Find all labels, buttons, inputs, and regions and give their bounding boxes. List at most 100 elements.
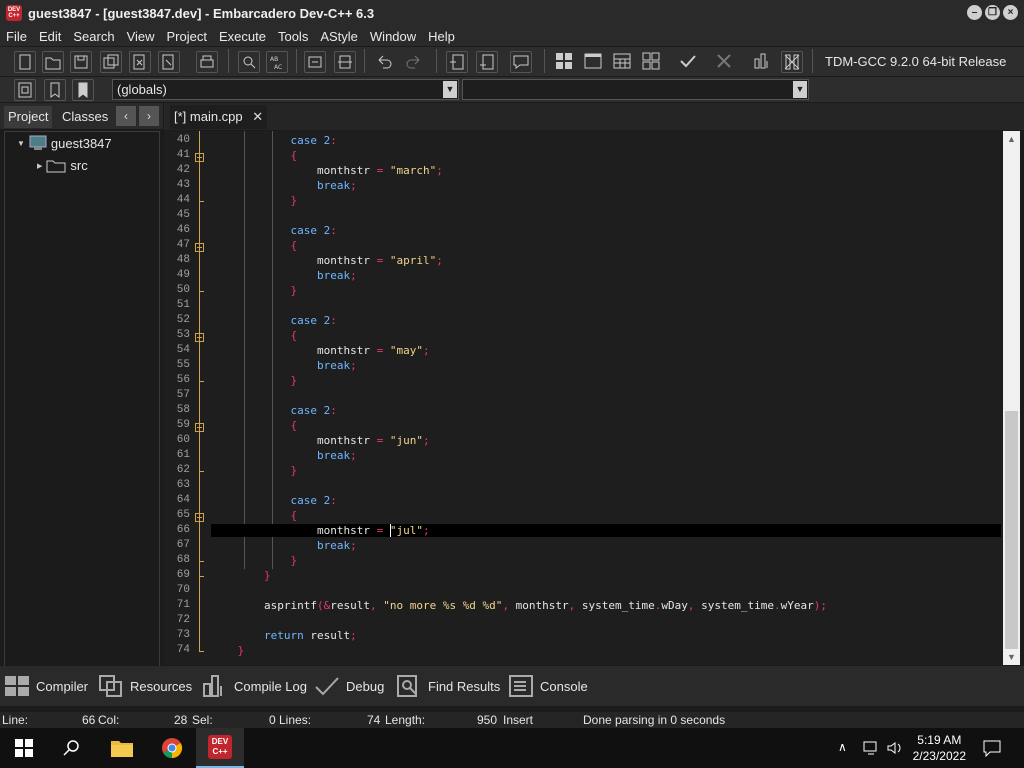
scroll-down-icon[interactable]: ▼ [1003, 649, 1020, 665]
code-line[interactable]: } [211, 374, 297, 387]
code-line[interactable]: { [211, 329, 297, 342]
code-line[interactable]: { [211, 509, 297, 522]
code-line[interactable]: monthstr = "may"; [211, 344, 430, 357]
menu-astyle[interactable]: AStyle [314, 29, 364, 44]
code-editor[interactable]: 40 41 42 43 44 45 46 47 48 49 50 51 52 53 54 55 56 57 58 59… [164, 131, 1002, 665]
redo-icon[interactable] [404, 51, 426, 73]
network-icon[interactable] [862, 740, 880, 756]
code-line[interactable]: } [211, 194, 297, 207]
members-combobox[interactable]: ▼ [462, 79, 809, 100]
minimize-button[interactable]: – [967, 5, 982, 20]
unindent-icon[interactable] [476, 51, 498, 73]
code-line[interactable]: { [211, 239, 297, 252]
code-line[interactable]: { [211, 149, 297, 162]
insert-icon[interactable] [14, 79, 36, 101]
search-button[interactable] [48, 728, 96, 768]
code-line[interactable]: break; [211, 539, 357, 552]
clear-icon[interactable] [781, 51, 803, 73]
menu-execute[interactable]: Execute [213, 29, 272, 44]
close-all-icon[interactable] [158, 51, 180, 73]
window-icon[interactable] [583, 51, 605, 73]
print-icon[interactable] [196, 51, 218, 73]
chevron-left-icon[interactable]: ‹ [116, 106, 136, 126]
code-line[interactable]: { [211, 419, 297, 432]
code-line[interactable]: case 2: [211, 404, 336, 417]
chevron-down-icon[interactable]: ▼ [443, 81, 457, 98]
chevron-up-icon[interactable]: ∧ [838, 740, 847, 754]
code-line[interactable]: case 2: [211, 224, 336, 237]
save-all-icon[interactable] [100, 51, 122, 73]
chart-icon[interactable] [752, 51, 774, 73]
tab-find-results[interactable]: Find Results [396, 674, 500, 698]
chrome-button[interactable] [148, 728, 196, 768]
code-line[interactable]: break; [211, 449, 357, 462]
code-line[interactable]: case 2: [211, 494, 336, 507]
file-explorer-button[interactable] [98, 728, 146, 768]
code-line[interactable]: } [211, 554, 297, 567]
close-file-icon[interactable] [129, 51, 151, 73]
tab-compiler[interactable]: Compiler [4, 674, 88, 698]
tree-item-project[interactable]: ▼ guest3847 [17, 135, 112, 151]
bookmark-icon[interactable] [44, 79, 66, 101]
code-line[interactable]: monthstr = "april"; [211, 254, 443, 267]
code-line[interactable]: case 2: [211, 314, 336, 327]
tab-console[interactable]: Console [508, 674, 588, 698]
devcpp-task-button[interactable]: DEV C++ [196, 728, 244, 768]
indent-icon[interactable] [446, 51, 468, 73]
restore-button[interactable]: ❐ [985, 5, 1000, 20]
collapse-icon[interactable]: ▶ [37, 162, 42, 170]
start-button[interactable] [0, 728, 48, 768]
tab-classes[interactable]: Classes [58, 106, 112, 128]
volume-icon[interactable] [886, 740, 904, 756]
close-tab-icon[interactable]: ✕ [252, 109, 263, 124]
modules-icon[interactable] [641, 51, 663, 73]
code-line[interactable]: } [211, 569, 271, 582]
code-line[interactable]: } [211, 284, 297, 297]
scroll-up-icon[interactable]: ▲ [1003, 131, 1020, 147]
chevron-right-icon[interactable]: › [139, 106, 159, 126]
undo-icon[interactable] [374, 51, 396, 73]
code-line[interactable]: } [211, 464, 297, 477]
code-line[interactable]: monthstr = "jul"; [211, 524, 1001, 537]
menu-help[interactable]: Help [422, 29, 461, 44]
grid-icon[interactable] [554, 51, 576, 73]
new-file-icon[interactable] [14, 51, 36, 73]
tab-compile-log[interactable]: Compile Log [202, 674, 307, 698]
tree-item-src[interactable]: ▶ src [37, 158, 88, 173]
goto-bookmark-icon[interactable] [72, 79, 94, 101]
stop-icon[interactable] [714, 51, 736, 73]
code-line[interactable]: return result; [211, 629, 357, 642]
replace-icon[interactable]: AB AC [266, 51, 288, 73]
compiler-selector[interactable]: TDM-GCC 9.2.0 64-bit Release [825, 54, 1006, 69]
code-line[interactable]: monthstr = "march"; [211, 164, 443, 177]
code-line[interactable]: break; [211, 359, 357, 372]
code-area[interactable]: case 2: { monthstr = "march"; break; } c… [211, 131, 1001, 665]
code-line[interactable]: } [211, 644, 245, 657]
menu-edit[interactable]: Edit [33, 29, 67, 44]
chevron-down-icon[interactable]: ▼ [793, 81, 807, 98]
menu-view[interactable]: View [121, 29, 161, 44]
code-line[interactable]: case 2: [211, 134, 336, 147]
code-line[interactable]: monthstr = "jun"; [211, 434, 430, 447]
code-line[interactable]: break; [211, 179, 357, 192]
find-icon[interactable] [238, 51, 260, 73]
goto-icon[interactable] [304, 51, 326, 73]
tab-debug[interactable]: Debug [314, 674, 384, 698]
menu-file[interactable]: File [0, 29, 33, 44]
taskbar-clock[interactable]: 5:19 AM 2/23/2022 [913, 732, 966, 764]
tab-resources[interactable]: Resources [98, 674, 192, 698]
menu-tools[interactable]: Tools [272, 29, 314, 44]
toggle-icon[interactable] [334, 51, 356, 73]
tab-main-cpp[interactable]: [*] main.cpp ✕ [170, 105, 268, 129]
compile-check-icon[interactable] [678, 51, 700, 73]
scrollbar-thumb[interactable] [1005, 411, 1018, 649]
menu-project[interactable]: Project [161, 29, 213, 44]
open-icon[interactable] [42, 51, 64, 73]
expand-icon[interactable]: ▼ [17, 139, 25, 148]
comment-icon[interactable] [510, 51, 532, 73]
save-icon[interactable] [70, 51, 92, 73]
menu-search[interactable]: Search [67, 29, 120, 44]
code-line[interactable]: asprintf(&result, "no more %s %d %d", mo… [211, 599, 827, 612]
scope-combobox[interactable]: (globals) ▼ [112, 79, 459, 100]
tab-project[interactable]: Project [4, 106, 53, 128]
